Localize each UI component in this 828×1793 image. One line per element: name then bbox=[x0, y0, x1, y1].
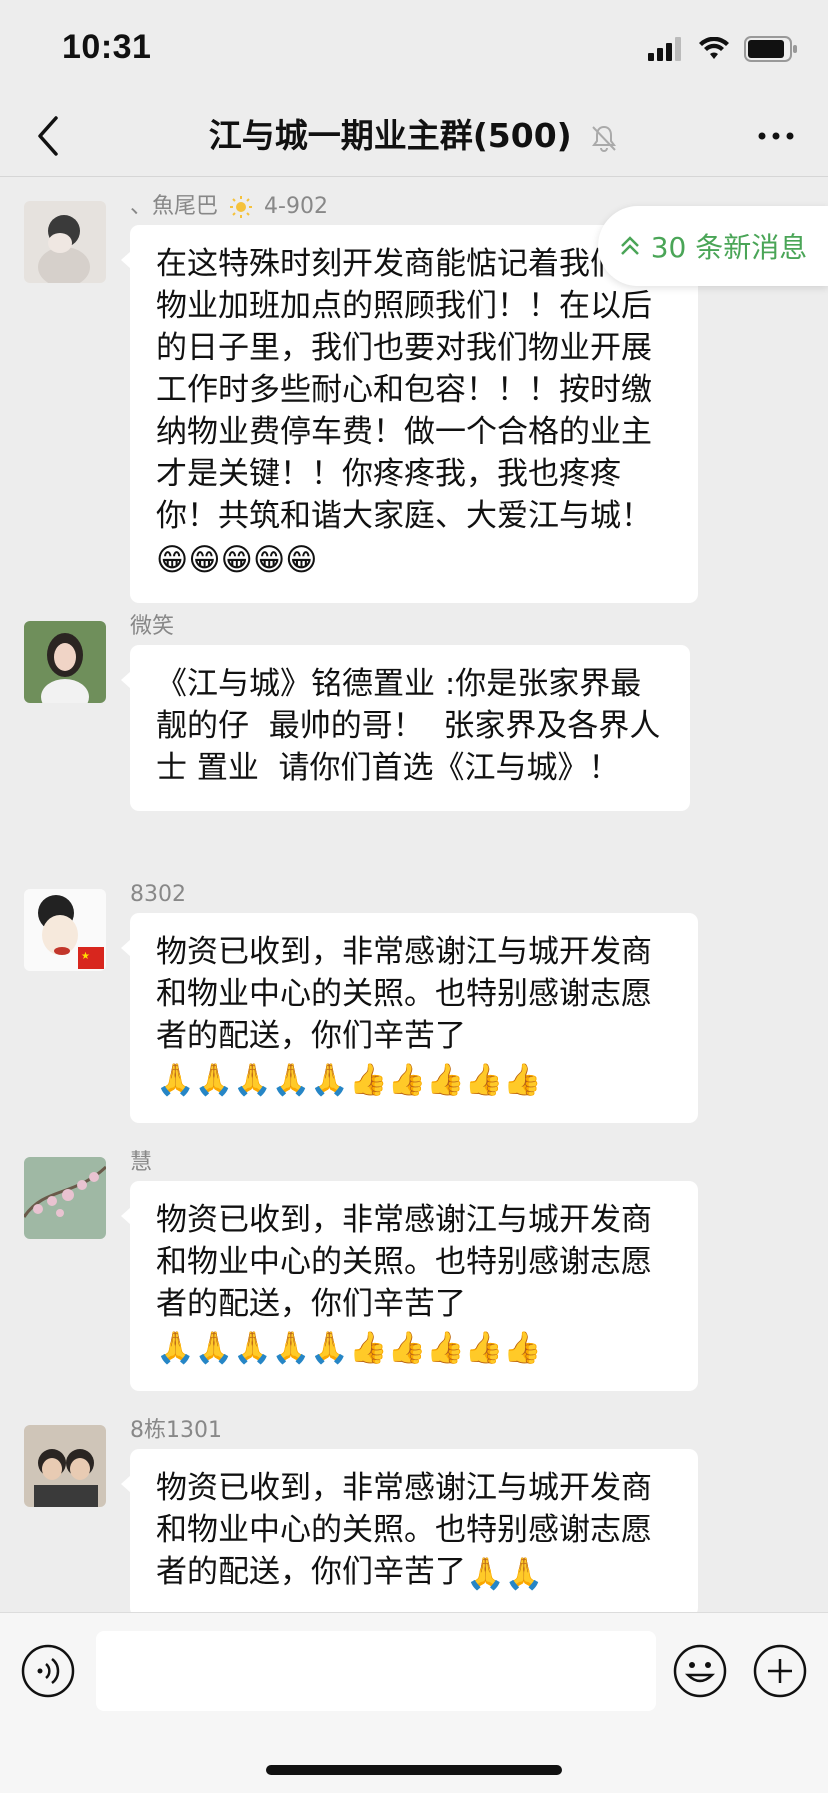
message-bubble[interactable]: 物资已收到，非常感谢江与城开发商和物业中心的关照。也特别感谢志愿者的配送，你们辛… bbox=[121, 913, 698, 1123]
home-indicator[interactable] bbox=[266, 1765, 562, 1775]
wifi-icon bbox=[699, 37, 729, 59]
grin-emoji-row: 😁😁😁😁😁 bbox=[156, 541, 318, 578]
plus-circle-icon[interactable] bbox=[752, 1643, 808, 1699]
message-bubble[interactable]: 物资已收到，非常感谢江与城开发商和物业中心的关照。也特别感谢志愿者的配送，你们辛… bbox=[121, 1449, 698, 1612]
message-item: ★ 8302 物资已收到，非常感谢江与城开发商和物业中心的关照。也特别感谢志愿者… bbox=[0, 865, 828, 1133]
avatar[interactable]: ★ bbox=[24, 889, 106, 971]
status-time: 10:31 bbox=[62, 28, 152, 66]
sender-name: 8栋1301 bbox=[130, 1418, 222, 1443]
voice-icon[interactable] bbox=[20, 1643, 76, 1699]
sun-icon bbox=[230, 196, 253, 218]
message-list[interactable]: 、魚尾巴 4-902 在这特殊时刻开发商能惦记着我们，物业加班加点的照顾我们！！… bbox=[0, 177, 828, 1612]
new-messages-button[interactable]: 30 条新消息 bbox=[598, 206, 828, 286]
avatar[interactable] bbox=[24, 621, 106, 703]
battery-icon bbox=[744, 36, 797, 62]
smiley-icon[interactable] bbox=[672, 1643, 728, 1699]
status-icons bbox=[648, 34, 798, 64]
pray-thumbs-emoji-row: 🙏🙏🙏🙏🙏👍👍👍👍👍 bbox=[156, 1061, 542, 1098]
message-bubble[interactable]: 《江与城》铭德置业 :你是张家界最靓的仔 最帅的哥！ 张家界及各界人士 置业 请… bbox=[121, 645, 690, 811]
chat-header: 江与城一期业主群(500) bbox=[0, 100, 828, 176]
sender-name: 微笑 bbox=[130, 614, 175, 639]
bell-mute-icon bbox=[592, 125, 617, 152]
message-bubble[interactable]: 在这特殊时刻开发商能惦记着我们，物业加班加点的照顾我们！！在以后的日子里，我们也… bbox=[121, 225, 698, 603]
input-bar bbox=[0, 1612, 828, 1793]
sender-name: 、魚尾巴 4-902 bbox=[130, 194, 328, 219]
sender-name: 慧 bbox=[130, 1150, 153, 1175]
message-bubble[interactable]: 物资已收到，非常感谢江与城开发商和物业中心的关照。也特别感谢志愿者的配送，你们辛… bbox=[121, 1181, 698, 1391]
message-input[interactable] bbox=[96, 1631, 656, 1711]
signal-icon bbox=[648, 37, 681, 61]
message-item: 微笑 《江与城》铭德置业 :你是张家界最靓的仔 最帅的哥！ 张家界及各界人士 置… bbox=[0, 597, 828, 865]
avatar[interactable] bbox=[24, 201, 106, 283]
avatar[interactable] bbox=[24, 1157, 106, 1239]
message-item: 慧 物资已收到，非常感谢江与城开发商和物业中心的关照。也特别感谢志愿者的配送，你… bbox=[0, 1133, 828, 1401]
double-chevron-up-icon bbox=[620, 236, 639, 255]
svg-text:★: ★ bbox=[81, 951, 90, 962]
avatar[interactable] bbox=[24, 1425, 106, 1507]
chat-title-text: 江与城一期业主群(500) bbox=[208, 116, 572, 155]
more-dots-icon[interactable] bbox=[756, 120, 796, 152]
message-item: 8栋1301 物资已收到，非常感谢江与城开发商和物业中心的关照。也特别感谢志愿者… bbox=[0, 1401, 828, 1612]
pray-emoji-row: 🙏🙏 bbox=[466, 1555, 544, 1592]
new-messages-label: 30 条新消息 bbox=[650, 231, 808, 264]
status-bar: 10:31 bbox=[0, 0, 828, 100]
pray-thumbs-emoji-row: 🙏🙏🙏🙏🙏👍👍👍👍👍 bbox=[156, 1329, 542, 1366]
sender-name: 8302 bbox=[130, 882, 186, 907]
chat-title[interactable]: 江与城一期业主群(500) bbox=[0, 110, 828, 162]
